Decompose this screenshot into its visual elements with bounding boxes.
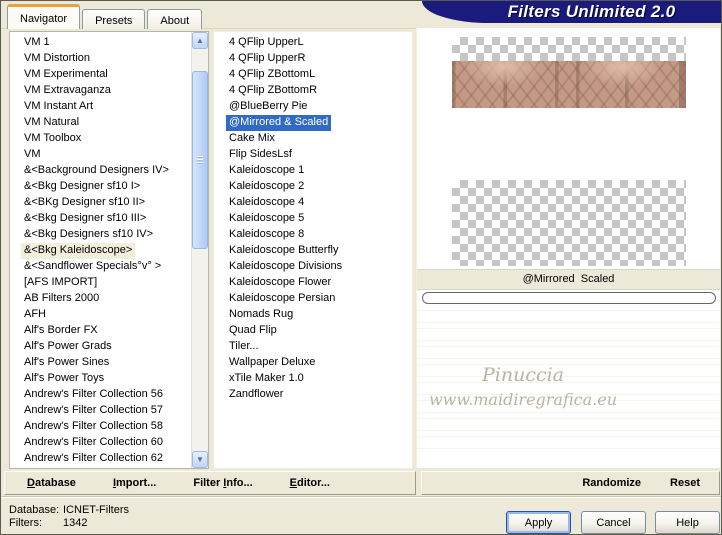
filter-list-item[interactable]: 4 QFlip UpperL bbox=[229, 35, 410, 51]
category-list-item[interactable]: Alf's Power Grads bbox=[24, 339, 189, 355]
randomize-button[interactable]: Randomize bbox=[582, 477, 641, 489]
parameter-row bbox=[417, 346, 720, 359]
filter-list-item[interactable]: Kaleidoscope 5 bbox=[229, 211, 410, 227]
filter-list-item[interactable]: Flip SidesLsf bbox=[229, 147, 410, 163]
filter-list-item[interactable]: Wallpaper Deluxe bbox=[229, 355, 410, 371]
category-list-item[interactable]: VM Extravaganza bbox=[24, 83, 189, 99]
category-list-item[interactable]: &<Bkg Designers sf10 IV> bbox=[24, 227, 189, 243]
filter-list-item[interactable]: Kaleidoscope 2 bbox=[229, 179, 410, 195]
category-list-item[interactable]: Andrew's Filter Collection 56 bbox=[24, 387, 189, 403]
tab-about[interactable]: About bbox=[147, 9, 203, 29]
category-list-item[interactable]: [AFS IMPORT] bbox=[24, 275, 189, 291]
category-list-item[interactable]: VM bbox=[24, 147, 189, 163]
category-list-item[interactable]: AB Filters 2000 bbox=[24, 291, 189, 307]
filter-list: 4 QFlip UpperL 4 QFlip UpperR 4 QFlip ZBot… bbox=[214, 32, 412, 403]
parameter-row bbox=[417, 328, 720, 341]
parameter-row bbox=[417, 436, 720, 449]
filter-listbox[interactable]: 4 QFlip UpperL 4 QFlip UpperR 4 QFlip ZBot… bbox=[214, 31, 413, 469]
database-value: ICNET-Filters bbox=[63, 504, 129, 516]
category-list-item[interactable]: Andrew's Filter Collection 57 bbox=[24, 403, 189, 419]
import-button[interactable]: Import... bbox=[113, 477, 156, 489]
reset-button[interactable]: Reset bbox=[670, 477, 700, 489]
filter-list-item[interactable]: 4 QFlip ZBottomL bbox=[229, 67, 410, 83]
category-list-item[interactable]: VM Distortion bbox=[24, 51, 189, 67]
filter-list-item[interactable]: Nomads Rug bbox=[229, 307, 410, 323]
filter-list-item[interactable]: Quad Flip bbox=[229, 323, 410, 339]
filter-list-item[interactable]: Kaleidoscope 4 bbox=[229, 195, 410, 211]
category-list-item[interactable]: &<Bkg Designer sf10 III> bbox=[24, 211, 189, 227]
category-list-item[interactable]: VM Natural bbox=[24, 115, 189, 131]
preview-panel: @Mirrored Scaled Pinuccia www.maidiregra… bbox=[416, 28, 720, 468]
scrollbar-thumb[interactable] bbox=[192, 71, 208, 249]
scroll-down-icon[interactable]: ▼ bbox=[192, 451, 208, 468]
category-list-item[interactable]: Andrew's Filter Collection 58 bbox=[24, 419, 189, 435]
tab-presets[interactable]: Presets bbox=[82, 9, 146, 29]
database-label: Database: bbox=[9, 504, 60, 516]
category-list-item[interactable]: VM Instant Art bbox=[24, 99, 189, 115]
parameter-row bbox=[417, 418, 720, 431]
status-divider bbox=[1, 496, 721, 498]
watermark-line2: www.maidiregrafica.eu bbox=[428, 389, 618, 409]
category-listbox[interactable]: VM 1 VM Distortion VM Experimental VM Extra… bbox=[9, 31, 209, 469]
filter-list-item[interactable]: Kaleidoscope Persian bbox=[229, 291, 410, 307]
toolbar-left: Database Import... Filter Info... Editor… bbox=[4, 471, 416, 495]
filter-info-button[interactable]: Filter Info... bbox=[193, 477, 252, 489]
category-list-item[interactable]: VM Toolbox bbox=[24, 131, 189, 147]
help-button[interactable]: Help bbox=[655, 511, 720, 534]
tab-navigator[interactable]: Navigator bbox=[7, 4, 81, 29]
transparency-checkerboard bbox=[452, 180, 686, 266]
category-list-item[interactable]: Andrew's Filter Collection 62 bbox=[24, 451, 189, 467]
filter-list-item[interactable]: Kaleidoscope Butterfly bbox=[229, 243, 410, 259]
category-list: VM 1 VM Distortion VM Experimental VM Extra… bbox=[10, 32, 191, 468]
parameter-slider[interactable] bbox=[422, 292, 716, 304]
category-list-item[interactable]: &<BKg Designer sf10 II> bbox=[24, 195, 189, 211]
filter-list-item[interactable]: Cake Mix bbox=[229, 131, 410, 147]
filter-list-item[interactable]: 4 QFlip ZBottomR bbox=[229, 83, 410, 99]
filter-list-item[interactable]: Kaleidoscope Flower bbox=[229, 275, 410, 291]
category-list-item[interactable]: &<Background Designers IV> bbox=[24, 163, 189, 179]
selected-filter-label: @Mirrored Scaled bbox=[417, 269, 720, 290]
filters-label: Filters: bbox=[9, 517, 42, 529]
filter-list-item[interactable]: Kaleidoscope 1 bbox=[229, 163, 410, 179]
filter-preview-image bbox=[452, 61, 686, 108]
category-list-item[interactable]: Alf's Border FX bbox=[24, 323, 189, 339]
filter-list-item[interactable]: Kaleidoscope 8 bbox=[229, 227, 410, 243]
status-area: Database: ICNET-Filters Filters: 1342 bbox=[9, 504, 129, 530]
category-list-item[interactable]: &<Bkg Kaleidoscope> bbox=[21, 243, 136, 259]
filter-list-item[interactable]: xTile Maker 1.0 bbox=[229, 371, 410, 387]
tab-strip: Navigator Presets About bbox=[7, 4, 204, 29]
watermark-line1: Pinuccia bbox=[481, 364, 565, 386]
filters-unlimited-dialog: Navigator Presets About Filters Unlimite… bbox=[0, 0, 722, 535]
category-list-item[interactable]: &<Bkg Designer sf10 I> bbox=[24, 179, 189, 195]
filter-list-item[interactable]: Tiler... bbox=[229, 339, 410, 355]
cancel-button[interactable]: Cancel bbox=[581, 511, 646, 534]
category-scrollbar[interactable]: ▲ ▼ bbox=[191, 32, 208, 468]
parameter-row bbox=[417, 310, 720, 323]
scroll-up-icon[interactable]: ▲ bbox=[192, 32, 208, 49]
scrollbar-track[interactable] bbox=[192, 49, 208, 451]
filter-list-item[interactable]: @Mirrored & Scaled bbox=[226, 115, 332, 131]
editor-button[interactable]: Editor... bbox=[290, 477, 330, 489]
toolbar-right: Randomize Reset bbox=[421, 471, 720, 495]
filter-list-item[interactable]: 4 QFlip UpperR bbox=[229, 51, 410, 67]
filter-list-item[interactable]: Zandflower bbox=[229, 387, 410, 403]
category-list-item[interactable]: VM Experimental bbox=[24, 67, 189, 83]
watermark: Pinuccia www.maidiregrafica.eu bbox=[417, 362, 629, 411]
category-list-item[interactable]: Andrew's Filter Collection 60 bbox=[24, 435, 189, 451]
apply-button[interactable]: Apply bbox=[506, 511, 571, 534]
category-list-item[interactable]: VM 1 bbox=[24, 35, 189, 51]
page-title: Filters Unlimited 2.0 bbox=[422, 1, 721, 23]
category-list-item[interactable]: AFH bbox=[24, 307, 189, 323]
transparency-checkerboard bbox=[452, 37, 686, 61]
category-list-item[interactable]: Alf's Power Toys bbox=[24, 371, 189, 387]
category-list-item[interactable]: &<Sandflower Specials°v° > bbox=[24, 259, 189, 275]
filter-list-item[interactable]: @BlueBerry Pie bbox=[229, 99, 410, 115]
database-button[interactable]: Database bbox=[27, 477, 76, 489]
category-list-item[interactable]: Alf's Power Sines bbox=[24, 355, 189, 371]
filters-value: 1342 bbox=[63, 517, 88, 529]
filter-list-item[interactable]: Kaleidoscope Divisions bbox=[229, 259, 410, 275]
